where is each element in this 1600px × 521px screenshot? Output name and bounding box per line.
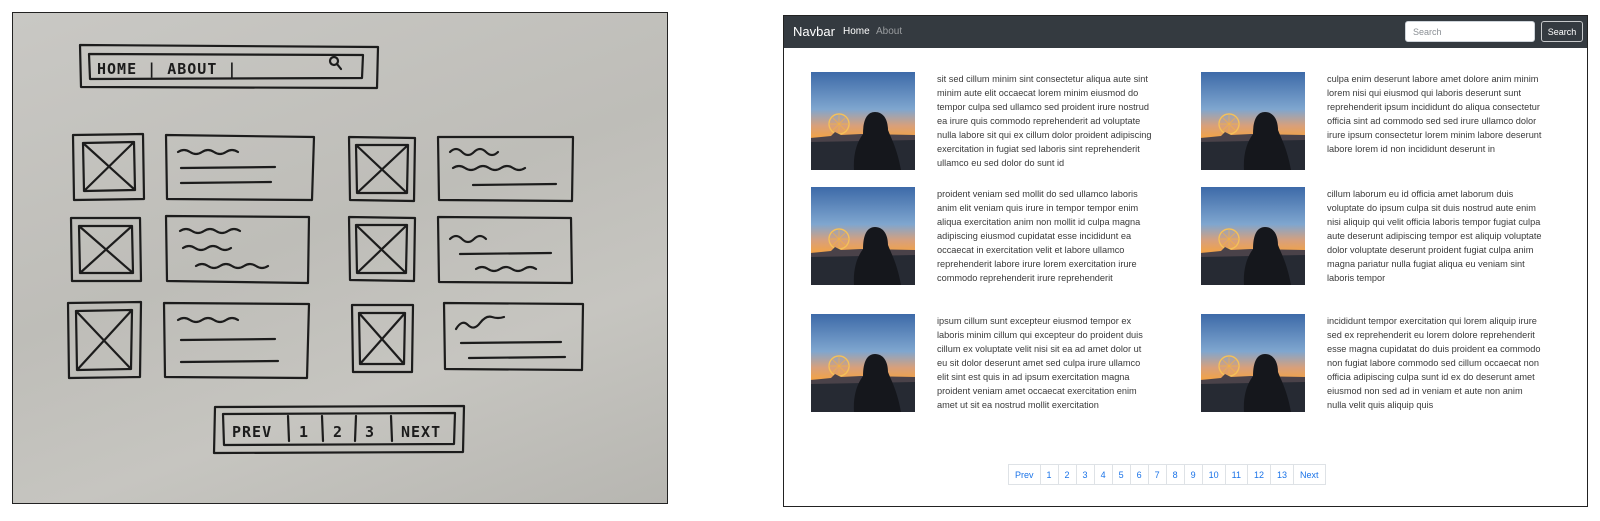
pagination-prev[interactable]: Prev — [1008, 464, 1041, 485]
navbar: Navbar Home About Search — [784, 16, 1587, 48]
pagination-page[interactable]: 7 — [1147, 464, 1167, 485]
pagination-page[interactable]: 6 — [1129, 464, 1149, 485]
card-text: proident veniam sed mollit do sed ullamc… — [937, 189, 1141, 283]
pagination-page[interactable]: 10 — [1201, 464, 1226, 485]
pagination-page[interactable]: 3 — [1075, 464, 1095, 485]
sketch-pagination-labels: PREV 1 2 3 NEXT — [232, 423, 441, 441]
card-image — [1201, 314, 1305, 412]
pagination-page[interactable]: 5 — [1111, 464, 1131, 485]
card-image — [811, 314, 915, 412]
sketch-text-box — [164, 214, 311, 285]
pagination-page[interactable]: 2 — [1057, 464, 1077, 485]
sketch-page-label: NEXT — [401, 423, 441, 441]
navbar-brand[interactable]: Navbar — [793, 24, 835, 39]
card-text: ipsum cillum sunt excepteur eiusmod temp… — [937, 316, 1143, 410]
sketch-text-box — [436, 215, 574, 285]
search-button[interactable]: Search — [1541, 21, 1583, 42]
card-text: cillum laborum eu id officia amet laboru… — [1327, 189, 1542, 283]
card-image — [811, 187, 915, 285]
card-text: sit sed cillum minim sint consectetur al… — [937, 74, 1152, 168]
sketch-text-box — [442, 301, 585, 372]
nav-link-home[interactable]: Home — [843, 26, 870, 37]
photo-illustration — [1201, 187, 1305, 285]
wireframe-sketch-photo: HOME | ABOUT | PREV 1 2 3 NEXT — [12, 12, 668, 504]
pagination-page[interactable]: 8 — [1165, 464, 1185, 485]
sketch-page-label: 1 — [299, 423, 309, 441]
photo-illustration — [811, 187, 915, 285]
pagination-page[interactable]: 13 — [1270, 464, 1295, 485]
pagination-page[interactable]: 9 — [1183, 464, 1203, 485]
sketch-text-box — [436, 135, 575, 203]
card-text: incididunt tempor exercitation qui lorem… — [1327, 316, 1541, 410]
pagination-page[interactable]: 11 — [1224, 464, 1249, 485]
sketch-drawing: HOME | ABOUT | PREV 1 2 3 NEXT — [66, 43, 585, 455]
rendered-page: Navbar Home About Search sit sed cillum … — [783, 15, 1588, 507]
pagination-next[interactable]: Next — [1293, 464, 1326, 485]
pagination: Prev 1 2 3 4 5 6 7 8 9 10 11 12 13 Next — [1008, 464, 1326, 485]
photo-illustration — [1201, 72, 1305, 170]
sketch-page-label: 2 — [333, 423, 343, 441]
pagination-page[interactable]: 1 — [1039, 464, 1059, 485]
sketch-page-label: PREV — [232, 423, 272, 441]
card-image — [811, 72, 915, 170]
card-image — [1201, 72, 1305, 170]
card-image — [1201, 187, 1305, 285]
photo-illustration — [811, 72, 915, 170]
nav-link-about[interactable]: About — [876, 26, 902, 37]
search-input[interactable] — [1405, 21, 1535, 42]
pagination-page[interactable]: 4 — [1093, 464, 1113, 485]
photo-illustration — [1201, 314, 1305, 412]
pagination-page[interactable]: 12 — [1247, 464, 1272, 485]
sketch-page-label: 3 — [365, 423, 375, 441]
sketch-nav-text: HOME | ABOUT | — [97, 60, 237, 79]
sketch-search-handle — [335, 62, 343, 71]
photo-illustration — [811, 314, 915, 412]
card-text: culpa enim deserunt labore amet dolore a… — [1327, 74, 1542, 154]
